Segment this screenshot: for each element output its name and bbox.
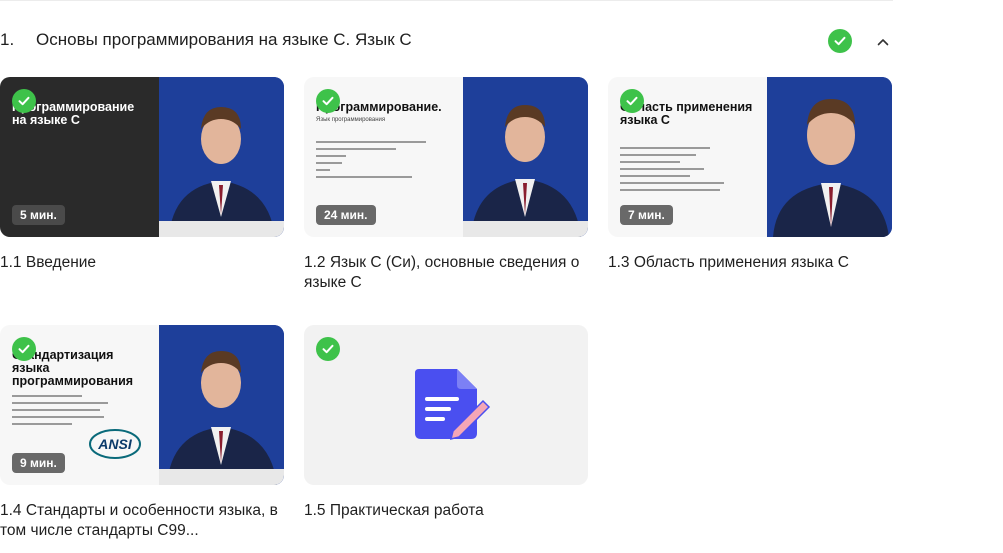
section-title: Основы программирования на языке С. Язык…	[36, 30, 412, 49]
completed-check-icon	[12, 337, 36, 361]
svg-text:ANSI: ANSI	[97, 436, 133, 452]
lesson-title[interactable]: 1.2 Язык С (Си), основные сведения о язы…	[304, 253, 588, 293]
lesson-title[interactable]: 1.4 Стандарты и особенности языка, в том…	[0, 501, 284, 541]
completed-check-icon	[12, 89, 36, 113]
lesson-card[interactable]: Программирование на языке С 5 мин. 1.1 В…	[0, 77, 284, 273]
presenter-video	[159, 325, 284, 485]
presenter-video	[767, 77, 892, 237]
completed-check-icon	[316, 337, 340, 361]
presenter-video	[159, 77, 284, 237]
duration-badge: 24 мин.	[316, 205, 376, 225]
completed-check-icon	[828, 29, 852, 53]
collapse-chevron-up-icon[interactable]	[873, 32, 893, 52]
lesson-title[interactable]: 1.3 Область применения языка С	[608, 253, 892, 273]
lesson-thumbnail[interactable]	[304, 325, 588, 485]
lesson-thumbnail[interactable]: Область применения языка С 7 мин.	[608, 77, 892, 237]
section-header[interactable]: 1. Основы программирования на языке С. Я…	[0, 20, 893, 62]
lesson-thumbnail[interactable]: Стандартизация языка программирования AN…	[0, 325, 284, 485]
slide-subtitle: Язык программирования	[316, 117, 386, 123]
presenter-video	[463, 77, 588, 237]
lesson-title[interactable]: 1.1 Введение	[0, 253, 284, 273]
lesson-card[interactable]: Программирование. Язык программирования …	[304, 77, 588, 293]
duration-badge: 7 мин.	[620, 205, 673, 225]
completed-check-icon	[620, 89, 644, 113]
duration-badge: 5 мин.	[12, 205, 65, 225]
slide-text-lines	[12, 395, 132, 430]
ansi-logo: ANSI	[89, 429, 141, 459]
document-edit-icon	[415, 369, 491, 441]
lesson-card[interactable]: Область применения языка С 7 мин. 1.3 Об…	[608, 77, 892, 273]
duration-badge: 9 мин.	[12, 453, 65, 473]
slide-text-lines	[620, 147, 740, 196]
lesson-thumbnail[interactable]: Программирование. Язык программирования …	[304, 77, 588, 237]
lesson-title[interactable]: 1.5 Практическая работа	[304, 501, 588, 521]
section-number: 1.	[0, 30, 15, 49]
lesson-thumbnail[interactable]: Программирование на языке С 5 мин.	[0, 77, 284, 237]
completed-check-icon	[316, 89, 340, 113]
divider	[0, 0, 893, 1]
lesson-card[interactable]: 1.5 Практическая работа	[304, 325, 588, 521]
slide-text-lines	[316, 141, 436, 183]
lesson-card[interactable]: Стандартизация языка программирования AN…	[0, 325, 284, 541]
